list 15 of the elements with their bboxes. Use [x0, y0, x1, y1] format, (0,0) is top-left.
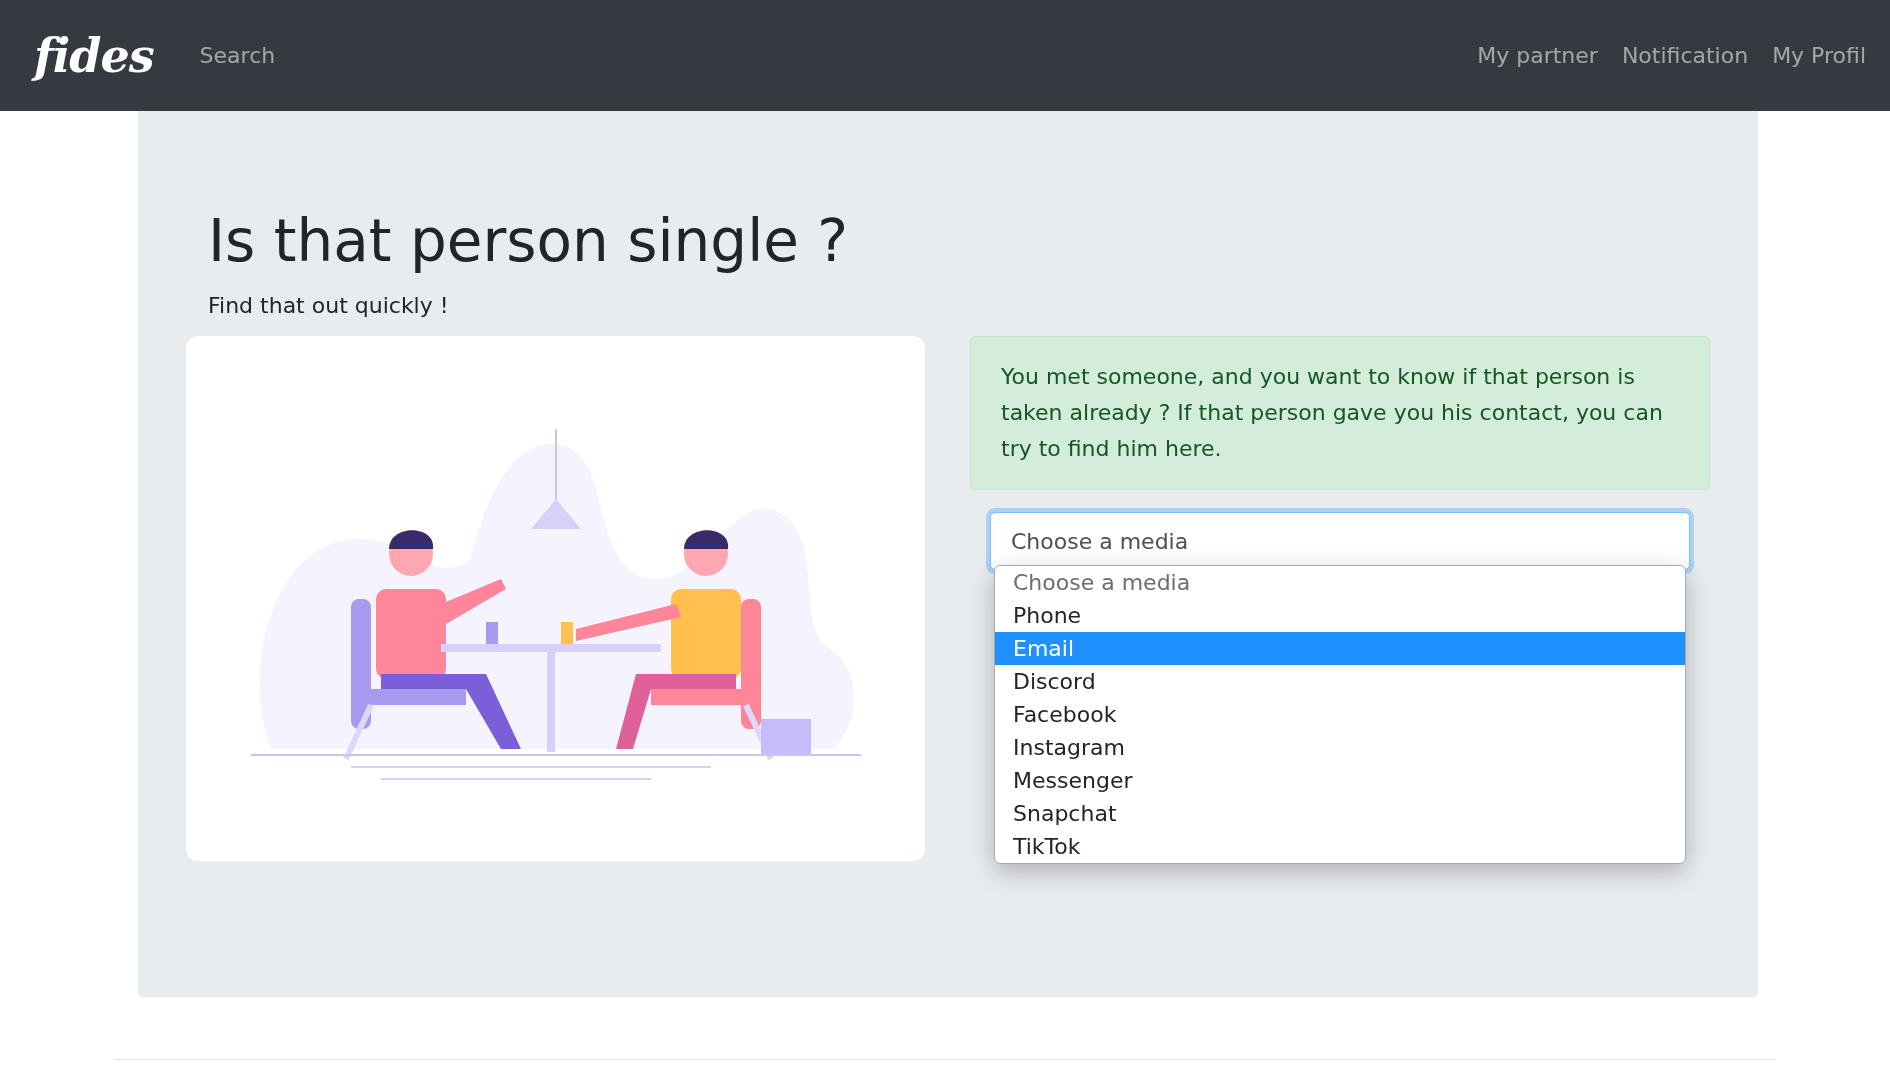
hero-subtitle: Find that out quickly !	[208, 293, 449, 318]
dropdown-option[interactable]: Instagram	[995, 731, 1685, 764]
nav-link[interactable]: Notification	[1621, 43, 1749, 68]
dropdown-option[interactable]: Messenger	[995, 764, 1685, 797]
dropdown-option[interactable]: Snapchat	[995, 797, 1685, 830]
info-alert: You met someone, and you want to know if that person is taken already ? If that person gave you his contact, you can try to find him here.	[970, 336, 1710, 490]
search-link[interactable]: Search	[199, 43, 276, 68]
dropdown-option[interactable]: Facebook	[995, 698, 1685, 731]
dropdown-option[interactable]: Phone	[995, 599, 1685, 632]
nav-link[interactable]: My Profil	[1772, 43, 1866, 68]
dropdown-option[interactable]: Discord	[995, 665, 1685, 698]
nav-link[interactable]: My partner	[1477, 43, 1598, 68]
media-select[interactable]: Choose a media	[990, 512, 1690, 570]
dropdown-option[interactable]: TikTok	[995, 830, 1685, 863]
hero-title: Is that person single ?	[208, 207, 850, 275]
